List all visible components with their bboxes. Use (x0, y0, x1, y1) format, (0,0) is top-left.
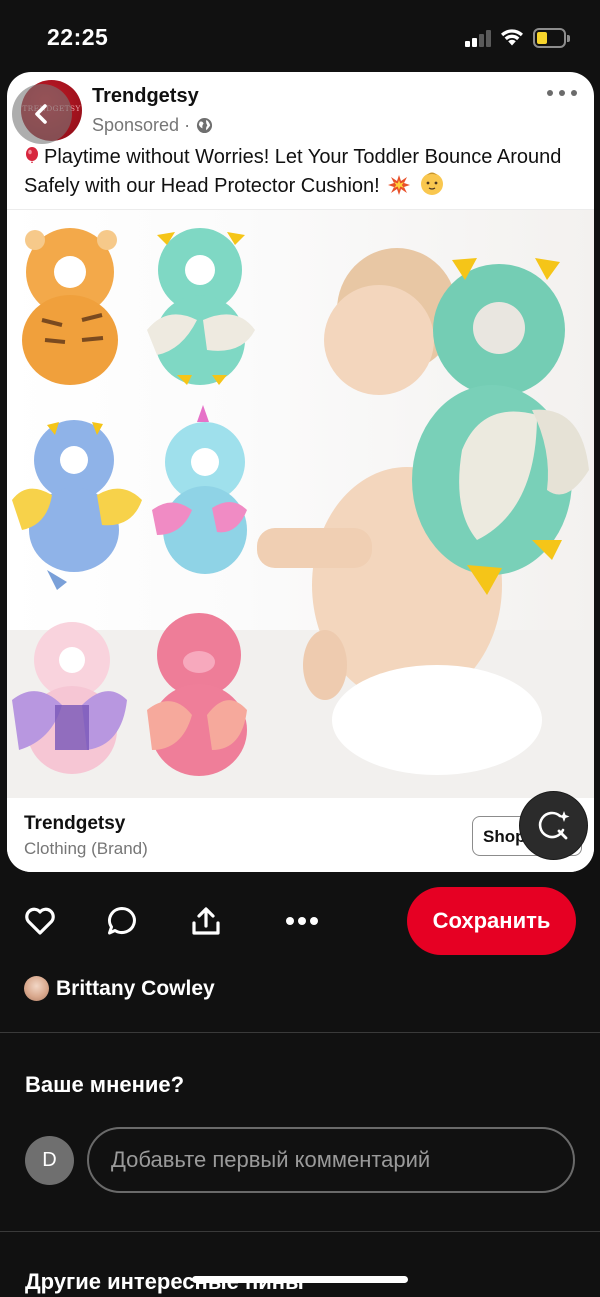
comments-title: Ваше мнение? (25, 1072, 185, 1097)
balloon-icon (26, 147, 38, 163)
globe-icon (197, 117, 213, 134)
like-button[interactable] (22, 903, 58, 939)
heart-icon (25, 907, 55, 935)
sponsored-label: Sponsored · (92, 115, 213, 136)
saver-avatar[interactable] (24, 976, 49, 1001)
back-button[interactable] (12, 84, 72, 144)
cellular-signal-icon (465, 29, 493, 47)
divider (0, 1032, 600, 1033)
brand-category: Clothing (Brand) (24, 839, 148, 858)
wifi-icon (501, 29, 523, 46)
share-icon (192, 907, 220, 935)
more-options-icon[interactable] (547, 90, 577, 98)
status-time: 22:25 (47, 24, 109, 50)
collision-icon (388, 175, 411, 195)
visual-search-sparkle-icon (538, 810, 569, 839)
divider (0, 1231, 600, 1232)
pin-card-footer: Trendgetsy Clothing (Brand) Shop now (7, 798, 594, 872)
home-indicator[interactable] (192, 1276, 408, 1283)
comment-icon (108, 907, 136, 935)
sponsored-text: Sponsored · (92, 115, 191, 135)
baby-face-icon (420, 172, 443, 195)
dragon-cushion-illustration (12, 420, 142, 590)
more-button[interactable] (282, 903, 322, 939)
saver-name[interactable]: Brittany Cowley (56, 977, 215, 1001)
advertiser-name[interactable]: Trendgetsy (92, 85, 199, 108)
owl-cushion-illustration (147, 228, 255, 385)
save-button[interactable]: Сохранить (407, 887, 576, 955)
product-photo (7, 228, 594, 799)
pin-card[interactable]: TRENDGETSY Trendgetsy Sponsored · Playti… (7, 72, 594, 872)
unicorn-cushion-illustration (152, 405, 247, 574)
more-icon (286, 917, 318, 925)
battery-low-icon (533, 28, 570, 48)
chevron-left-icon (35, 104, 47, 124)
tiger-cushion-illustration (22, 228, 118, 385)
saver-row[interactable]: Brittany Cowley (24, 976, 215, 1001)
brand-name[interactable]: Trendgetsy (24, 813, 125, 835)
pin-description-text: Playtime without Worries! Let Your Toddl… (24, 146, 562, 197)
comment-input[interactable] (87, 1127, 575, 1193)
comment-button[interactable] (104, 903, 140, 939)
pin-image[interactable] (7, 209, 594, 799)
status-bar: 22:25 (0, 0, 600, 72)
battery-level (537, 32, 547, 44)
pin-description: Playtime without Worries! Let Your Toddl… (24, 144, 584, 199)
visual-search-button[interactable] (520, 792, 587, 859)
share-button[interactable] (188, 903, 224, 939)
user-avatar[interactable]: D (25, 1136, 74, 1185)
